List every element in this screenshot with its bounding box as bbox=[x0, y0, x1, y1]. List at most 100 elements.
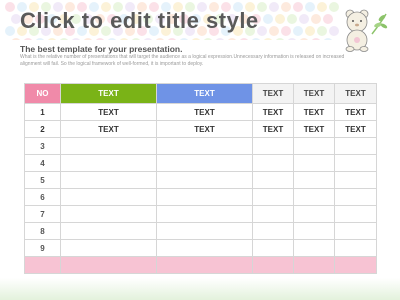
table-cell[interactable] bbox=[293, 239, 335, 257]
table-row: 7 bbox=[24, 205, 377, 223]
slide-title[interactable]: Click to edit title style bbox=[20, 8, 259, 34]
table-cell[interactable] bbox=[252, 205, 294, 223]
table-cell[interactable] bbox=[293, 205, 335, 223]
header-cell[interactable]: TEXT bbox=[293, 83, 335, 104]
table-cell[interactable] bbox=[60, 205, 157, 223]
header-cell-no[interactable]: NO bbox=[24, 83, 61, 104]
pattern-dot bbox=[305, 2, 315, 12]
table-cell[interactable] bbox=[60, 239, 157, 257]
table-cell[interactable] bbox=[252, 256, 294, 274]
row-number-cell[interactable]: 5 bbox=[24, 171, 61, 189]
pattern-dot bbox=[143, 38, 153, 40]
table-cell[interactable] bbox=[156, 222, 253, 240]
pattern-dot bbox=[269, 2, 279, 12]
bear-with-leaf-icon bbox=[345, 9, 388, 52]
table-cell[interactable] bbox=[252, 154, 294, 172]
pattern-dot bbox=[23, 38, 33, 40]
pattern-dot bbox=[119, 38, 129, 40]
row-number-cell[interactable] bbox=[24, 256, 61, 274]
pattern-dot bbox=[287, 38, 297, 40]
pattern-dot bbox=[263, 14, 273, 24]
table-cell[interactable] bbox=[252, 137, 294, 155]
pattern-dot bbox=[287, 14, 297, 24]
pattern-dot bbox=[5, 26, 15, 36]
table-row: 3 bbox=[24, 137, 377, 155]
table-cell[interactable] bbox=[156, 154, 253, 172]
table-cell[interactable] bbox=[293, 154, 335, 172]
table-cell[interactable] bbox=[334, 222, 377, 240]
table-cell[interactable] bbox=[293, 256, 335, 274]
header-cell[interactable]: TEXT bbox=[156, 83, 253, 104]
table-cell[interactable] bbox=[252, 188, 294, 206]
table-cell[interactable] bbox=[60, 188, 157, 206]
row-number-cell[interactable]: 7 bbox=[24, 205, 61, 223]
table-cell[interactable] bbox=[293, 171, 335, 189]
table-cell[interactable] bbox=[293, 222, 335, 240]
pattern-dot bbox=[215, 38, 225, 40]
table-cell[interactable]: TEXT bbox=[334, 120, 377, 138]
table-cell[interactable] bbox=[334, 205, 377, 223]
table-row: 6 bbox=[24, 188, 377, 206]
table-cell[interactable] bbox=[334, 137, 377, 155]
table-cell[interactable] bbox=[334, 154, 377, 172]
table-row: 4 bbox=[24, 154, 377, 172]
table-cell[interactable] bbox=[252, 222, 294, 240]
pattern-dot bbox=[83, 38, 93, 40]
pattern-dot bbox=[311, 38, 321, 40]
row-number-cell[interactable]: 8 bbox=[24, 222, 61, 240]
table-cell[interactable] bbox=[334, 188, 377, 206]
table-row: 9 bbox=[24, 239, 377, 257]
pattern-dot bbox=[11, 38, 21, 40]
table-cell[interactable] bbox=[156, 256, 253, 274]
table-cell[interactable] bbox=[60, 137, 157, 155]
pattern-dot bbox=[227, 38, 237, 40]
pattern-dot bbox=[281, 26, 291, 36]
pattern-dot bbox=[317, 2, 327, 12]
slide-description[interactable]: What is the relative number of presentat… bbox=[20, 54, 360, 68]
table-cell[interactable] bbox=[60, 256, 157, 274]
table-cell[interactable]: TEXT bbox=[293, 120, 335, 138]
table-cell[interactable]: TEXT bbox=[252, 120, 294, 138]
pattern-dot bbox=[71, 38, 81, 40]
table-cell[interactable] bbox=[60, 154, 157, 172]
table-cell[interactable] bbox=[334, 256, 377, 274]
table-row: 5 bbox=[24, 171, 377, 189]
table-cell[interactable]: TEXT bbox=[60, 120, 157, 138]
table-cell[interactable] bbox=[252, 239, 294, 257]
table-cell[interactable] bbox=[60, 171, 157, 189]
table-cell[interactable]: TEXT bbox=[293, 103, 335, 121]
table-cell[interactable]: TEXT bbox=[60, 103, 157, 121]
table-cell[interactable] bbox=[334, 239, 377, 257]
table-cell[interactable] bbox=[156, 239, 253, 257]
table-cell[interactable] bbox=[293, 188, 335, 206]
row-number-cell[interactable]: 2 bbox=[24, 120, 61, 138]
pattern-dot bbox=[305, 26, 315, 36]
table-cell[interactable]: TEXT bbox=[156, 103, 253, 121]
pattern-dot bbox=[311, 14, 321, 24]
pattern-dot bbox=[155, 38, 165, 40]
header-cell[interactable]: TEXT bbox=[60, 83, 157, 104]
table-cell[interactable] bbox=[156, 205, 253, 223]
table-cell[interactable]: TEXT bbox=[156, 120, 253, 138]
slide-subtitle[interactable]: The best template for your presentation. bbox=[20, 44, 182, 54]
table-cell[interactable] bbox=[156, 188, 253, 206]
pattern-dot bbox=[269, 26, 279, 36]
table-cell[interactable] bbox=[156, 171, 253, 189]
header-cell[interactable]: TEXT bbox=[252, 83, 294, 104]
pattern-dot bbox=[263, 38, 273, 40]
table-cell[interactable] bbox=[334, 171, 377, 189]
row-number-cell[interactable]: 3 bbox=[24, 137, 61, 155]
table-cell[interactable] bbox=[156, 137, 253, 155]
row-number-cell[interactable]: 6 bbox=[24, 188, 61, 206]
pattern-dot bbox=[281, 2, 291, 12]
table-cell[interactable]: TEXT bbox=[334, 103, 377, 121]
table-cell[interactable] bbox=[60, 222, 157, 240]
table-header-row: NO TEXT TEXT TEXT TEXT TEXT bbox=[24, 83, 377, 104]
row-number-cell[interactable]: 4 bbox=[24, 154, 61, 172]
table-cell[interactable]: TEXT bbox=[252, 103, 294, 121]
row-number-cell[interactable]: 1 bbox=[24, 103, 61, 121]
row-number-cell[interactable]: 9 bbox=[24, 239, 61, 257]
table-cell[interactable] bbox=[293, 137, 335, 155]
table-cell[interactable] bbox=[252, 171, 294, 189]
header-cell[interactable]: TEXT bbox=[334, 83, 377, 104]
